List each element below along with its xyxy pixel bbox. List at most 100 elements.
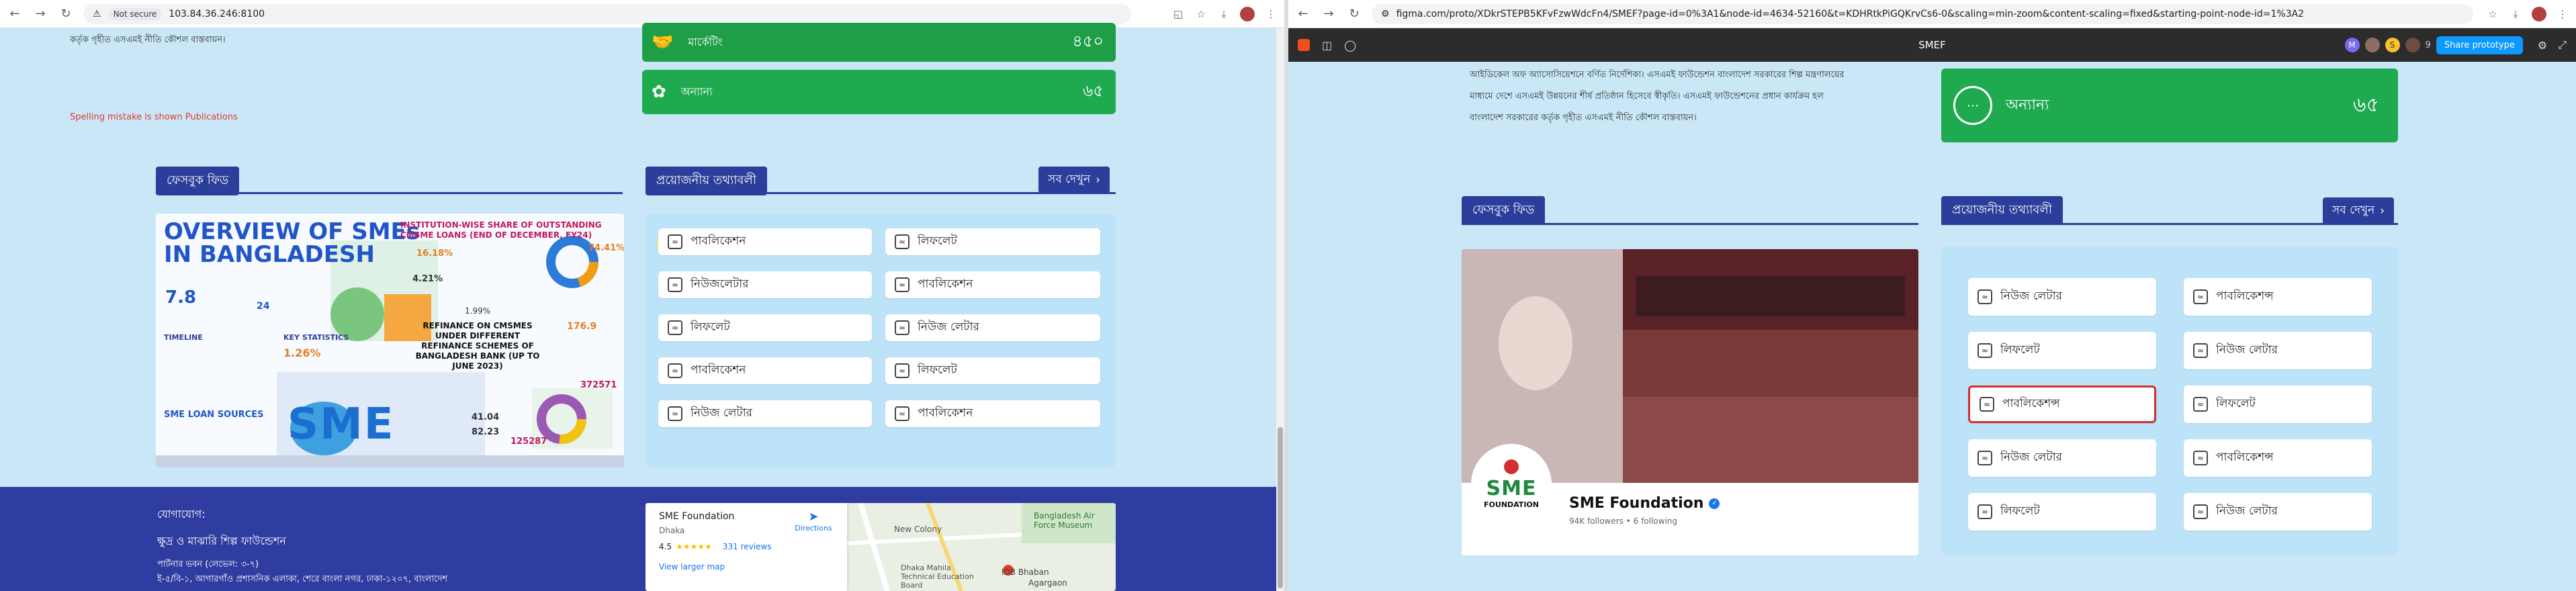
address-bar[interactable]: ⚙ figma.com/proto/XDkrSTEPB5KFvFzwWdcFn4… [1372,3,2473,24]
info-item[interactable]: ≈ নিউজ লেটার [1968,278,2156,316]
download-icon[interactable]: ⤓ [2509,7,2522,21]
figma-toolbar: ◫ ◯ SMEF M S 9 Share prototype ⚙ ⤢ [1288,28,2576,62]
cast-icon[interactable]: ◱ [1171,7,1185,21]
browser-toolbar: ← → ↻ ⚙ figma.com/proto/XDkrSTEPB5KFvFzw… [1288,0,2576,28]
map-poi: Dhaka Mahila Technical Education Board [901,563,974,590]
info-item-label: নিউজ লেটার [691,406,752,420]
info-item[interactable]: ≈ পাবলিকেশন্স [2184,439,2372,477]
info-section-title: প্রয়োজনীয় তথ্যাবলী [646,167,767,195]
prototype-canvas: আইডিকেল অফ অ্যাসোসিয়েশনে বর্ণিত নির্দেশ… [1288,62,2576,591]
facebook-page-card[interactable]: SME FOUNDATION SME Foundation ✓ 94K foll… [1462,249,1918,555]
forward-icon[interactable]: → [1321,6,1337,22]
org-name: ক্ষুদ্র ও মাঝারি শিল্প ফাউন্ডেশন [157,535,286,547]
profile-avatar[interactable] [2532,6,2546,21]
info-item[interactable]: ≈ লিফলেট [2184,385,2372,423]
directions-icon: ➤ [808,510,819,524]
info-item[interactable]: ≈ লিফলেট [885,357,1100,384]
page-scrollbar[interactable] [1276,28,1284,591]
section-divider [156,192,623,194]
url-text[interactable]: figma.com/proto/XDkrSTEPB5KFvFzwWdcFn4/S… [1396,9,2305,19]
sme-page-logo[interactable]: SME FOUNDATION [1471,444,1552,525]
info-item[interactable]: ≈ লিফলেট [885,228,1100,255]
stat-card-others[interactable]: ⋯ অন্যান্য ৬৫ [1941,69,2398,142]
info-item-label: লিফলেট [2000,343,2040,357]
sidebar-toggle-icon[interactable]: ◫ [1322,39,1332,52]
info-item-label: পাবলিকেশন্স [2216,289,2274,303]
pct-a: 16.18% [416,248,453,259]
info-item[interactable]: ≈ নিউজ লেটার [2184,493,2372,531]
star-icon[interactable]: ☆ [2486,7,2499,21]
menu-icon[interactable]: ⋮ [1264,7,1278,21]
facebook-post-image[interactable]: OVERVIEW OF SMEs IN BANGLADESH INSTITUTI… [156,214,624,467]
embedded-map[interactable]: SME Foundation Dhaka 4.5 ★★★★★ 331 revie… [646,503,1116,591]
collaborator-avatar[interactable]: S [2385,38,2400,52]
share-prototype-button[interactable]: Share prototype [2436,36,2523,54]
url-text[interactable]: 103.84.36.246:8100 [169,9,265,19]
map-rating-row: 4.5 ★★★★★ 331 reviews [659,542,772,551]
info-item[interactable]: ≈ নিউজলেটার [658,271,872,298]
info-item[interactable]: ≈ লিফলেট [1968,332,2156,369]
info-item[interactable]: ≈ নিউজ লেটার [885,314,1100,341]
info-item[interactable]: ≈ পাবলিকেশন [885,400,1100,427]
map-reviews-link[interactable]: 331 reviews [723,542,772,551]
intro-line: মাধ্যমে দেশে এসএমই উন্নয়নের শীর্ষ প্রতি… [1470,91,1824,101]
scrollbar-thumb[interactable] [1278,427,1283,588]
logo-text: SME [1486,477,1537,500]
reload-icon[interactable]: ↻ [58,6,74,22]
reload-icon[interactable]: ↻ [1346,6,1362,22]
chart-icon: ≈ [668,406,682,421]
settings-icon[interactable]: ⚙ [2538,39,2547,52]
map-place-sub: Dhaka [659,526,685,535]
info-item[interactable]: ≈ পাবলিকেশন [658,228,872,255]
info-item-label: লিফলেট [2216,397,2256,410]
info-item[interactable]: ≈ নিউজ লেটার [658,400,872,427]
info-item[interactable]: ≈ পাবলিকেশন [885,271,1100,298]
view-all-button[interactable]: সব দেখুন › [2323,197,2395,224]
address-bar[interactable]: ⚠ Not secure 103.84.36.246:8100 [83,3,1131,24]
download-icon[interactable]: ⤓ [1217,7,1231,21]
info-section-header: প্রয়োজনীয় তথ্যাবলী [646,167,767,195]
info-item-label: নিউজ লেটার [2000,451,2062,464]
stat-card-marketing[interactable]: 🤝 মার্কেটিং ৪৫০ [642,23,1116,62]
key-stat-1: 1.26% [283,347,321,359]
collaborator-avatar[interactable] [2405,38,2420,52]
figma-logo-icon[interactable] [1298,39,1310,51]
star-icon[interactable]: ☆ [1194,7,1208,21]
info-item[interactable]: ≈ নিউজ লেটার [1968,439,2156,477]
chart-icon: ≈ [668,363,682,378]
stat-value: ৬৫ [1082,81,1104,100]
info-item[interactable]: ≈ লিফলেট [658,314,872,341]
info-item[interactable]: ≈ নিউজ লেটার [2184,332,2372,369]
forward-icon[interactable]: → [32,6,48,22]
info-item-highlighted[interactable]: ≈ পাবলিকেশন্স [1968,385,2156,423]
security-chip[interactable]: Not secure [107,7,163,20]
chart-icon: ≈ [895,234,909,249]
chart-icon: ≈ [2193,504,2208,519]
map-poi: New Colony [894,525,942,534]
menu-icon[interactable]: ⋮ [2556,7,2569,21]
expand-icon[interactable]: ⤢ [2558,38,2567,52]
info-item[interactable]: ≈ লিফলেট [1968,493,2156,531]
stat-card-others[interactable]: ✿ অন্যান্য ৬৫ [642,70,1116,114]
profile-avatar[interactable] [1240,6,1255,21]
infographic-title-1: OVERVIEW OF SMEs [164,218,420,245]
comment-icon[interactable]: ◯ [1344,39,1356,52]
directions-button[interactable]: ➤ Directions [793,510,834,533]
map-larger-link[interactable]: View larger map [659,562,725,572]
info-item[interactable]: ≈ পাবলিকেশন [658,357,872,384]
back-icon[interactable]: ← [1295,6,1311,22]
collaborator-avatar[interactable]: M [2344,38,2360,52]
logo-subtext: FOUNDATION [1484,500,1539,509]
facebook-section-header: ফেসবুক ফিড [1462,196,1546,225]
view-all-button[interactable]: সব দেখুন › [1038,167,1110,193]
collaborator-count[interactable]: 9 [2426,40,2431,50]
intro-text: কর্তৃক গৃহীত এসএমই নীতি কৌশল বাস্তবায়ন। [70,35,226,45]
stat-label: মার্কেটিং [688,35,723,48]
back-icon[interactable]: ← [7,6,23,22]
collaborator-avatar[interactable] [2364,38,2380,52]
fb-page-name[interactable]: SME Foundation [1569,495,1703,512]
chart-icon: ≈ [2193,397,2208,412]
chart-icon: ≈ [1978,504,1992,519]
chart-icon: ≈ [1980,397,1994,412]
info-item[interactable]: ≈ পাবলিকেশন্স [2184,278,2372,316]
